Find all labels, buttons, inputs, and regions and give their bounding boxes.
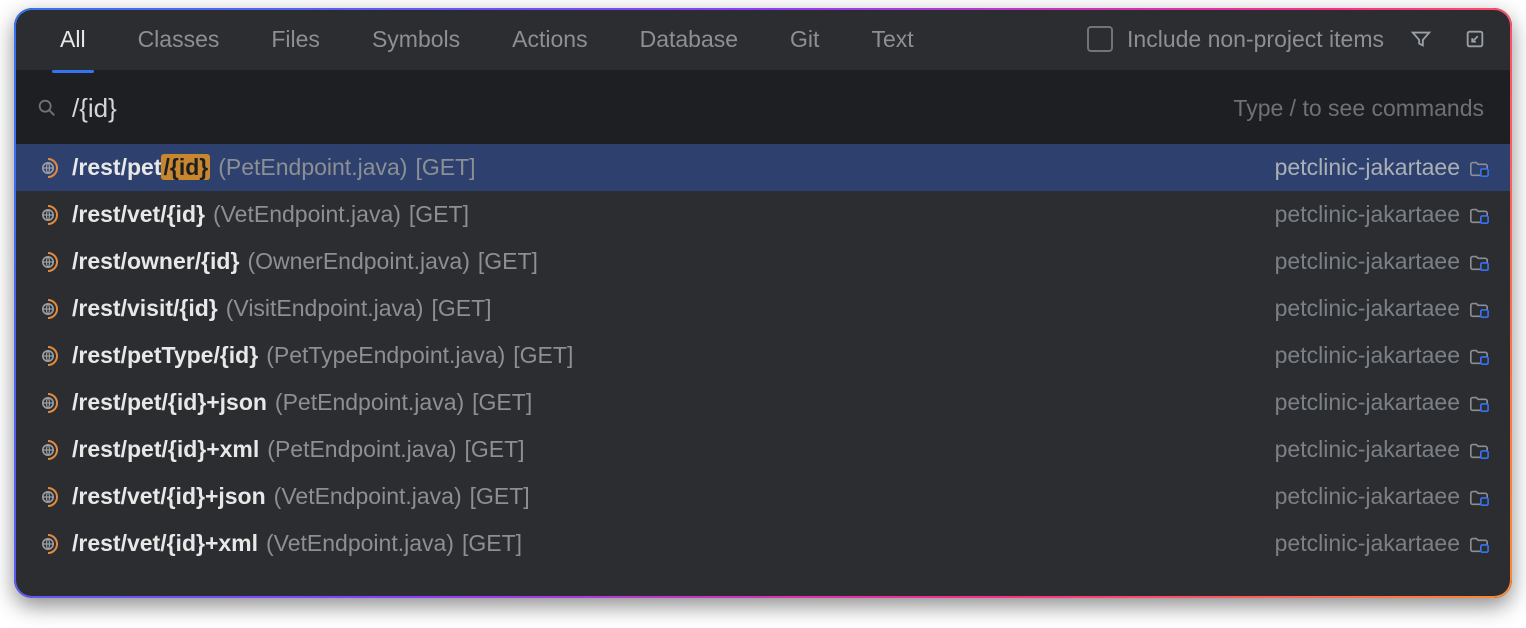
search-everywhere-popup: AllClassesFilesSymbolsActionsDatabaseGit… bbox=[14, 8, 1512, 598]
tab-database[interactable]: Database bbox=[614, 8, 764, 71]
result-row[interactable]: /rest/pet/{id}+json (PetEndpoint.java) [… bbox=[14, 379, 1512, 426]
search-input[interactable] bbox=[70, 92, 374, 125]
result-row[interactable]: /rest/pet/{id}+xml (PetEndpoint.java) [G… bbox=[14, 426, 1512, 473]
result-row[interactable]: /rest/owner/{id} (OwnerEndpoint.java) [G… bbox=[14, 238, 1512, 285]
result-file: (PetEndpoint.java) bbox=[275, 389, 464, 416]
result-file: (OwnerEndpoint.java) bbox=[247, 248, 469, 275]
result-file: (VetEndpoint.java) bbox=[274, 483, 462, 510]
endpoint-icon bbox=[36, 250, 60, 274]
result-path: /rest/pet/{id} bbox=[72, 154, 210, 181]
checkbox-box[interactable] bbox=[1087, 26, 1113, 52]
result-method: [GET] bbox=[415, 154, 475, 181]
result-path: /rest/pet/{id}+json bbox=[72, 389, 267, 416]
tab-actions[interactable]: Actions bbox=[486, 8, 613, 71]
module-icon bbox=[1468, 299, 1490, 319]
open-in-tool-window-icon[interactable] bbox=[1458, 22, 1492, 56]
module-icon bbox=[1468, 158, 1490, 178]
result-row[interactable]: /rest/visit/{id} (VisitEndpoint.java) [G… bbox=[14, 285, 1512, 332]
result-path: /rest/vet/{id}+json bbox=[72, 483, 266, 510]
result-row[interactable]: /rest/vet/{id}+xml (VetEndpoint.java) [G… bbox=[14, 520, 1512, 567]
result-method: [GET] bbox=[462, 530, 522, 557]
module-icon bbox=[1468, 393, 1490, 413]
tab-all[interactable]: All bbox=[34, 8, 112, 71]
results-list: /rest/pet/{id} (PetEndpoint.java) [GET] … bbox=[14, 144, 1512, 598]
result-file: (PetEndpoint.java) bbox=[267, 436, 456, 463]
result-module: petclinic-jakartaee bbox=[1275, 530, 1460, 557]
result-method: [GET] bbox=[513, 342, 573, 369]
endpoint-icon bbox=[36, 297, 60, 321]
result-row[interactable]: /rest/pet/{id} (PetEndpoint.java) [GET] … bbox=[14, 144, 1512, 191]
checkbox-label: Include non-project items bbox=[1127, 26, 1384, 53]
tab-symbols[interactable]: Symbols bbox=[346, 8, 486, 71]
result-path: /rest/vet/{id} bbox=[72, 201, 205, 228]
filter-icon[interactable] bbox=[1404, 22, 1438, 56]
result-path: /rest/vet/{id}+xml bbox=[72, 530, 258, 557]
search-row: Type / to see commands bbox=[14, 70, 1512, 144]
endpoint-icon bbox=[36, 344, 60, 368]
result-method: [GET] bbox=[470, 483, 530, 510]
result-method: [GET] bbox=[472, 389, 532, 416]
search-hint: Type / to see commands bbox=[1233, 95, 1484, 122]
endpoint-icon bbox=[36, 203, 60, 227]
endpoint-icon bbox=[36, 156, 60, 180]
result-method: [GET] bbox=[409, 201, 469, 228]
endpoint-icon bbox=[36, 391, 60, 415]
result-path: /rest/owner/{id} bbox=[72, 248, 239, 275]
include-nonproject-checkbox[interactable]: Include non-project items bbox=[1087, 26, 1384, 53]
endpoint-icon bbox=[36, 485, 60, 509]
result-path: /rest/petType/{id} bbox=[72, 342, 258, 369]
result-method: [GET] bbox=[478, 248, 538, 275]
result-module: petclinic-jakartaee bbox=[1275, 389, 1460, 416]
result-module: petclinic-jakartaee bbox=[1275, 154, 1460, 181]
module-icon bbox=[1468, 252, 1490, 272]
tab-classes[interactable]: Classes bbox=[112, 8, 246, 71]
result-row[interactable]: /rest/petType/{id} (PetTypeEndpoint.java… bbox=[14, 332, 1512, 379]
module-icon bbox=[1468, 487, 1490, 507]
result-module: petclinic-jakartaee bbox=[1275, 342, 1460, 369]
module-icon bbox=[1468, 440, 1490, 460]
search-icon bbox=[36, 97, 58, 119]
result-file: (VetEndpoint.java) bbox=[266, 530, 454, 557]
tab-git[interactable]: Git bbox=[764, 8, 845, 71]
result-method: [GET] bbox=[431, 295, 491, 322]
result-file: (VisitEndpoint.java) bbox=[226, 295, 424, 322]
tabbar: AllClassesFilesSymbolsActionsDatabaseGit… bbox=[14, 8, 1512, 70]
result-module: petclinic-jakartaee bbox=[1275, 201, 1460, 228]
result-path: /rest/pet/{id}+xml bbox=[72, 436, 259, 463]
tab-text[interactable]: Text bbox=[845, 8, 939, 71]
result-module: petclinic-jakartaee bbox=[1275, 483, 1460, 510]
result-row[interactable]: /rest/vet/{id}+json (VetEndpoint.java) [… bbox=[14, 473, 1512, 520]
result-file: (VetEndpoint.java) bbox=[213, 201, 401, 228]
tab-files[interactable]: Files bbox=[245, 8, 346, 71]
module-icon bbox=[1468, 534, 1490, 554]
result-method: [GET] bbox=[465, 436, 525, 463]
result-module: petclinic-jakartaee bbox=[1275, 295, 1460, 322]
endpoint-icon bbox=[36, 532, 60, 556]
endpoint-icon bbox=[36, 438, 60, 462]
module-icon bbox=[1468, 205, 1490, 225]
result-module: petclinic-jakartaee bbox=[1275, 248, 1460, 275]
result-module: petclinic-jakartaee bbox=[1275, 436, 1460, 463]
result-file: (PetTypeEndpoint.java) bbox=[266, 342, 505, 369]
result-row[interactable]: /rest/vet/{id} (VetEndpoint.java) [GET] … bbox=[14, 191, 1512, 238]
module-icon bbox=[1468, 346, 1490, 366]
result-file: (PetEndpoint.java) bbox=[218, 154, 407, 181]
result-path: /rest/visit/{id} bbox=[72, 295, 218, 322]
